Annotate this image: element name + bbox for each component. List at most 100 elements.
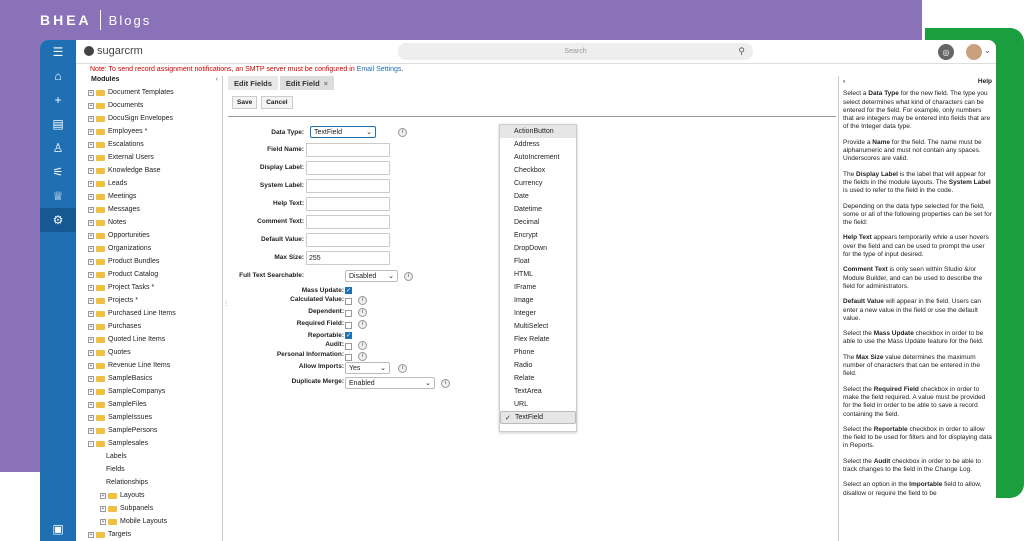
search-input[interactable]: Search ⚲ bbox=[398, 43, 753, 60]
info-icon[interactable]: i bbox=[398, 128, 407, 137]
expand-icon[interactable]: + bbox=[100, 505, 106, 512]
tree-item[interactable]: + Purchases bbox=[88, 320, 222, 333]
tree-item[interactable]: + Projects * bbox=[88, 294, 222, 307]
allow-imports-select[interactable]: Yes ⌄ bbox=[345, 362, 390, 374]
dropdown-option[interactable]: Phone bbox=[500, 346, 576, 359]
expand-icon[interactable]: + bbox=[88, 115, 94, 122]
dropdown-option[interactable]: Decimal bbox=[500, 216, 576, 229]
menu-icon[interactable]: ☰ bbox=[40, 40, 76, 64]
expand-icon[interactable]: + bbox=[88, 154, 94, 161]
tree-item[interactable]: − Samplesales bbox=[88, 437, 222, 450]
expand-icon[interactable]: + bbox=[88, 414, 94, 421]
dropdown-option[interactable]: Radio bbox=[500, 359, 576, 372]
tree-item[interactable]: + SampleCompanys bbox=[88, 385, 222, 398]
full-text-searchable-select[interactable]: Disabled ⌄ bbox=[345, 270, 398, 282]
tree-item[interactable]: + Targets bbox=[88, 528, 222, 541]
dropdown-option[interactable]: URL bbox=[500, 398, 576, 411]
expand-icon[interactable]: + bbox=[88, 141, 94, 148]
dropdown-option[interactable]: IFrame bbox=[500, 281, 576, 294]
splitter-handle[interactable]: ⋮ bbox=[223, 300, 229, 307]
dropdown-option[interactable]: Relate bbox=[500, 372, 576, 385]
expand-icon[interactable]: + bbox=[88, 102, 94, 109]
expand-icon[interactable]: + bbox=[88, 310, 94, 317]
calculated-value-checkbox[interactable] bbox=[345, 298, 352, 305]
info-icon[interactable]: i bbox=[398, 364, 407, 373]
dropdown-option[interactable]: TextArea bbox=[500, 385, 576, 398]
tree-child-item[interactable]: Labels bbox=[88, 450, 222, 463]
info-icon[interactable]: i bbox=[358, 296, 367, 305]
close-icon[interactable]: × bbox=[324, 79, 328, 88]
dropdown-option[interactable]: Float bbox=[500, 255, 576, 268]
info-icon[interactable]: i bbox=[358, 341, 367, 350]
system-label-input[interactable] bbox=[306, 179, 390, 193]
tree-item[interactable]: + Document Templates bbox=[88, 86, 222, 99]
save-button[interactable]: Save bbox=[232, 96, 258, 109]
expand-icon[interactable]: + bbox=[100, 492, 106, 499]
dropdown-option[interactable]: Integer bbox=[500, 307, 576, 320]
expand-icon[interactable]: + bbox=[100, 518, 106, 525]
dropdown-option[interactable]: HTML bbox=[500, 268, 576, 281]
notification-icon[interactable]: ◎ bbox=[938, 44, 954, 60]
filter-icon[interactable]: ⚟ bbox=[40, 160, 76, 184]
tree-item[interactable]: + Quotes bbox=[88, 346, 222, 359]
expand-icon[interactable]: + bbox=[88, 427, 94, 434]
comment-text-input[interactable] bbox=[306, 215, 390, 229]
mass-update-checkbox[interactable]: ✓ bbox=[345, 287, 352, 294]
expand-icon[interactable]: + bbox=[88, 401, 94, 408]
tree-item[interactable]: + Quoted Line Items bbox=[88, 333, 222, 346]
dropdown-option[interactable]: AutoIncrement bbox=[500, 151, 576, 164]
dropdown-option[interactable]: Checkbox bbox=[500, 164, 576, 177]
expand-icon[interactable]: + bbox=[88, 167, 94, 174]
collapse-icon[interactable]: ‹ bbox=[216, 76, 218, 83]
expand-icon[interactable]: + bbox=[88, 232, 94, 239]
dropdown-option[interactable]: Address bbox=[500, 138, 576, 151]
expand-icon[interactable]: + bbox=[88, 362, 94, 369]
dropdown-option[interactable]: Currency bbox=[500, 177, 576, 190]
expand-icon[interactable]: + bbox=[88, 128, 94, 135]
field-name-input[interactable] bbox=[306, 143, 390, 157]
tree-item[interactable]: + Escalations bbox=[88, 138, 222, 151]
tree-subfolder-item[interactable]: + Layouts bbox=[88, 489, 222, 502]
gear-icon[interactable]: ⚙ bbox=[40, 208, 76, 232]
duplicate-merge-select[interactable]: Enabled ⌄ bbox=[345, 377, 435, 389]
info-icon[interactable]: i bbox=[358, 352, 367, 361]
tree-item[interactable]: + SampleBasics bbox=[88, 372, 222, 385]
dropdown-option[interactable]: ActionButton bbox=[500, 125, 576, 138]
tree-child-item[interactable]: Fields bbox=[88, 463, 222, 476]
personal-information-checkbox[interactable] bbox=[345, 354, 352, 361]
cancel-button[interactable]: Cancel bbox=[261, 96, 293, 109]
expand-icon[interactable]: + bbox=[88, 258, 94, 265]
trophy-icon[interactable]: ♕ bbox=[40, 184, 76, 208]
data-type-select[interactable]: TextField ⌄ bbox=[310, 126, 376, 138]
tree-item[interactable]: + Notes bbox=[88, 216, 222, 229]
info-icon[interactable]: i bbox=[358, 320, 367, 329]
tree-item[interactable]: + Project Tasks * bbox=[88, 281, 222, 294]
tree-item[interactable]: + Leads bbox=[88, 177, 222, 190]
tree-item[interactable]: + Meetings bbox=[88, 190, 222, 203]
tree-item[interactable]: + DocuSign Envelopes bbox=[88, 112, 222, 125]
expand-icon[interactable]: + bbox=[88, 245, 94, 252]
required-field-checkbox[interactable] bbox=[345, 322, 352, 329]
dropdown-option[interactable]: Encrypt bbox=[500, 229, 576, 242]
display-label-input[interactable] bbox=[306, 161, 390, 175]
expand-icon[interactable]: + bbox=[88, 297, 94, 304]
expand-icon[interactable]: + bbox=[88, 323, 94, 330]
tree-item[interactable]: + SamplePersons bbox=[88, 424, 222, 437]
tree-item[interactable]: + Opportunities bbox=[88, 229, 222, 242]
info-icon[interactable]: i bbox=[358, 308, 367, 317]
expand-icon[interactable]: + bbox=[88, 336, 94, 343]
home-icon[interactable]: ⌂ bbox=[40, 64, 76, 88]
expand-icon[interactable]: + bbox=[88, 271, 94, 278]
dependent-checkbox[interactable] bbox=[345, 310, 352, 317]
expand-icon[interactable]: + bbox=[88, 89, 94, 96]
tree-item[interactable]: + Purchased Line Items bbox=[88, 307, 222, 320]
tree-item[interactable]: + Knowledge Base bbox=[88, 164, 222, 177]
tree-item[interactable]: + Product Catalog bbox=[88, 268, 222, 281]
tree-item[interactable]: + SampleIssues bbox=[88, 411, 222, 424]
dropdown-option[interactable]: DropDown bbox=[500, 242, 576, 255]
help-text-input[interactable] bbox=[306, 197, 390, 211]
dropdown-option[interactable]: Datetime bbox=[500, 203, 576, 216]
expand-icon[interactable]: + bbox=[88, 375, 94, 382]
tree-item[interactable]: + Organizations bbox=[88, 242, 222, 255]
chevron-right-icon[interactable]: › bbox=[843, 78, 845, 86]
